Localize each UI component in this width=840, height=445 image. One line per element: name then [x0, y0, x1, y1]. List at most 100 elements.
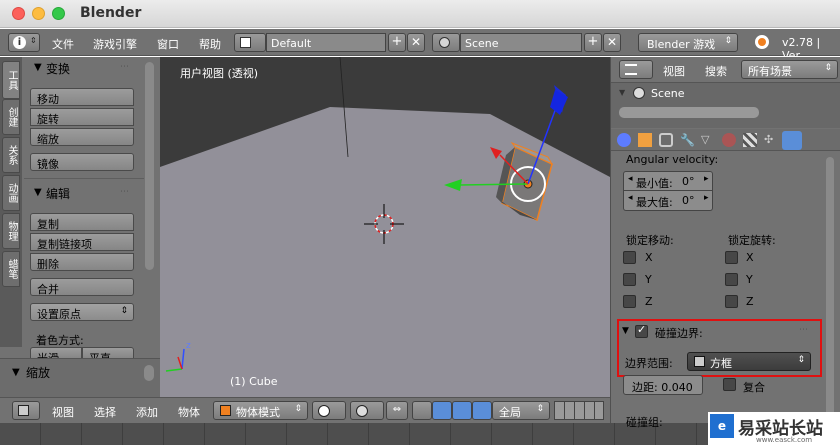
collapse-triangle-icon[interactable]: ▼ — [12, 367, 20, 378]
material-tab-icon[interactable] — [722, 133, 736, 147]
tool-shelf-scrollbar[interactable] — [145, 62, 154, 270]
watermark-subtext: www.easck.com — [756, 436, 813, 444]
expand-triangle-icon[interactable]: ▼ — [619, 88, 625, 97]
modifiers-tab-icon[interactable]: 🔧 — [680, 133, 695, 147]
add-scene-icon[interactable]: + — [584, 33, 602, 52]
lock-rot-y-checkbox[interactable] — [725, 273, 738, 286]
bounds-shape-dropdown[interactable]: 方框 ⇕ — [687, 352, 811, 371]
mode-label: 物体模式 — [236, 406, 280, 419]
add-screen-icon[interactable]: + — [388, 33, 406, 52]
collapse-triangle-icon[interactable]: ▼ — [34, 187, 42, 198]
maximize-window-button[interactable] — [52, 7, 65, 20]
tab-animation[interactable]: 动画 — [2, 175, 20, 211]
lock-rot-x-checkbox[interactable] — [725, 251, 738, 264]
constraints-tab-icon[interactable] — [659, 133, 673, 147]
menu-add[interactable]: 添加 — [136, 404, 158, 420]
menu-window[interactable]: 窗口 — [157, 36, 179, 52]
compound-checkbox[interactable] — [723, 378, 736, 391]
drag-handle-icon[interactable]: ⋯ — [120, 62, 129, 72]
tab-physics[interactable]: 物理 — [2, 213, 20, 249]
duplicate-button[interactable]: 复制 — [30, 213, 134, 231]
editor-type-outliner-button[interactable] — [619, 60, 653, 79]
angular-max-field[interactable]: ◂ 最大值: 0° ▸ — [623, 191, 713, 211]
scene-name-field[interactable]: Scene — [460, 33, 582, 52]
drag-handle-icon[interactable]: ⋯ — [120, 187, 129, 197]
tab-relations[interactable]: 关系 — [2, 137, 20, 173]
data-tab-icon[interactable]: ▽ — [701, 133, 715, 147]
lock-move-y-checkbox[interactable] — [623, 273, 636, 286]
join-button[interactable]: 合并 — [30, 278, 134, 296]
layer-buttons[interactable] — [554, 401, 604, 420]
panel-scrollbar[interactable] — [144, 365, 154, 381]
increment-icon[interactable]: ▸ — [704, 193, 709, 203]
rotate-manipulator-icon[interactable] — [452, 401, 472, 420]
outliner-scrollbar[interactable] — [619, 107, 759, 118]
screen-layout-field[interactable]: Default — [266, 33, 386, 52]
menu-file[interactable]: 文件 — [52, 36, 74, 52]
transform-orientation-dropdown[interactable]: 全局 ⇕ — [492, 401, 550, 420]
render-engine-dropdown[interactable]: Blender 游戏 ⇕ — [638, 33, 738, 52]
decrement-icon[interactable]: ◂ — [628, 193, 633, 203]
screen-layout-button[interactable] — [234, 33, 266, 52]
pivot-point-button[interactable] — [350, 401, 384, 420]
viewport-shading-button[interactable] — [312, 401, 346, 420]
scale-button[interactable]: 缩放 — [30, 128, 134, 146]
world-tab-icon[interactable] — [617, 133, 631, 147]
transform-manipulator-icon[interactable] — [412, 401, 432, 420]
mirror-button[interactable]: 镜像 — [30, 153, 134, 171]
physics-tab-icon[interactable] — [782, 131, 802, 150]
collision-bounds-checkbox[interactable]: ✓ — [635, 323, 648, 338]
duplicate-linked-button[interactable]: 复制链接项 — [30, 233, 134, 251]
rotate-button[interactable]: 旋转 — [30, 108, 134, 126]
translate-button[interactable]: 移动 — [30, 88, 134, 106]
tab-tools[interactable]: 工具 — [2, 61, 20, 99]
menu-select[interactable]: 选择 — [94, 404, 116, 420]
y-axis-handle[interactable] — [459, 183, 529, 186]
delete-button[interactable]: 删除 — [30, 253, 134, 271]
lock-rot-z-checkbox[interactable] — [725, 295, 738, 308]
translate-manipulator-icon[interactable] — [432, 401, 452, 420]
3d-viewport[interactable]: 用户视图 (透视) z (1) Cube — [160, 57, 610, 397]
texture-tab-icon[interactable] — [743, 133, 757, 147]
menu-help[interactable]: 帮助 — [199, 36, 221, 52]
compound-label: 复合 — [743, 381, 765, 394]
tab-grease-pencil[interactable]: 蜡笔 — [2, 251, 20, 287]
particles-tab-icon[interactable]: ✣ — [764, 133, 778, 147]
lock-move-x-checkbox[interactable] — [623, 251, 636, 264]
scale-panel-title[interactable]: 缩放 — [26, 364, 50, 381]
drag-handle-icon[interactable]: ⋯ — [799, 325, 808, 335]
increment-icon[interactable]: ▸ — [704, 174, 709, 184]
edit-panel-title[interactable]: 编辑 — [46, 185, 70, 202]
editor-type-info-button[interactable]: i ⇕ — [8, 33, 40, 52]
collision-margin-field[interactable]: 边距: 0.040 — [623, 375, 703, 395]
outliner-menu-view[interactable]: 视图 — [663, 63, 685, 79]
interaction-mode-dropdown[interactable]: 物体模式 ⇕ — [213, 401, 308, 420]
manipulator-toggle-icon[interactable]: ⇔ — [386, 401, 408, 420]
remove-scene-icon[interactable]: ✕ — [603, 33, 621, 52]
set-origin-dropdown[interactable]: 设置原点 ⇕ — [30, 303, 134, 321]
menu-view[interactable]: 视图 — [52, 404, 74, 420]
chevron-updown-icon: ⇕ — [30, 36, 37, 45]
angular-max-label: 最大值: — [636, 196, 673, 209]
layout-grid-icon — [240, 37, 251, 48]
transform-panel-title[interactable]: 变换 — [46, 60, 70, 77]
scene-selector-button[interactable] — [432, 33, 460, 52]
collapse-triangle-icon[interactable]: ▼ — [622, 326, 629, 336]
menu-object[interactable]: 物体 — [178, 404, 200, 420]
editor-type-3d-button[interactable] — [12, 401, 40, 420]
outliner-scene-item[interactable]: Scene — [651, 87, 685, 100]
lock-move-z-checkbox[interactable] — [623, 295, 636, 308]
tab-create[interactable]: 创建 — [2, 99, 20, 135]
object-tab-icon[interactable] — [638, 133, 652, 147]
properties-scrollbar[interactable] — [826, 157, 834, 425]
decrement-icon[interactable]: ◂ — [628, 174, 633, 184]
outliner-menu-search[interactable]: 搜索 — [705, 63, 727, 79]
collapse-triangle-icon[interactable]: ▼ — [34, 62, 42, 73]
close-window-button[interactable] — [12, 7, 25, 20]
remove-screen-icon[interactable]: ✕ — [407, 33, 425, 52]
scale-manipulator-icon[interactable] — [472, 401, 492, 420]
angular-min-field[interactable]: ◂ 最小值: 0° ▸ — [623, 171, 713, 191]
outliner-display-mode-dropdown[interactable]: 所有场景 ⇕ — [741, 60, 838, 79]
minimize-window-button[interactable] — [32, 7, 45, 20]
menu-game-engine[interactable]: 游戏引擎 — [93, 36, 137, 52]
